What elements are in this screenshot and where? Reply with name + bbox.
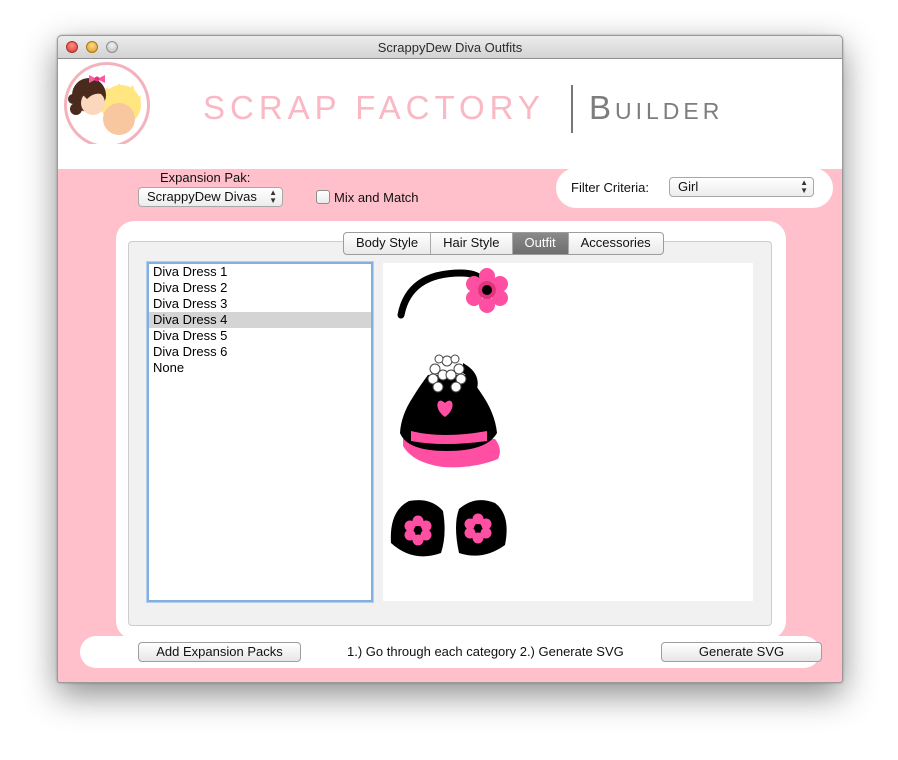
brand-divider	[571, 85, 573, 133]
mix-and-match-checkbox[interactable]	[316, 190, 330, 204]
add-expansion-packs-button[interactable]: Add Expansion Packs	[138, 642, 301, 662]
generate-svg-button[interactable]: Generate SVG	[661, 642, 822, 662]
outfit-preview	[383, 263, 753, 601]
girls-logo-icon	[64, 62, 150, 148]
list-item[interactable]: None	[149, 360, 371, 376]
list-item-selected[interactable]: Diva Dress 4	[149, 312, 371, 328]
title-bar[interactable]: ScrappyDew Diva Outfits	[58, 36, 842, 59]
tab-hair-style[interactable]: Hair Style	[431, 233, 513, 254]
footer-bar: Add Expansion Packs 1.) Go through each …	[80, 636, 822, 668]
mix-and-match-label[interactable]: Mix and Match	[334, 190, 419, 205]
tab-outfit[interactable]: Outfit	[512, 233, 569, 254]
filter-criteria-group: Filter Criteria: Girl ▲ ▼	[556, 168, 833, 208]
list-item[interactable]: Diva Dress 2	[149, 280, 371, 296]
expansion-pak-label: Expansion Pak:	[160, 170, 251, 185]
scallop-border	[58, 144, 842, 164]
filter-criteria-label: Filter Criteria:	[571, 180, 650, 195]
shoes-icon	[390, 500, 507, 557]
updown-arrows-icon: ▲ ▼	[800, 178, 808, 195]
expansion-pak-value: ScrappyDew Divas	[147, 189, 257, 204]
expansion-pak-select[interactable]: ScrappyDew Divas ▲ ▼	[138, 187, 283, 207]
tab-accessories[interactable]: Accessories	[569, 233, 663, 254]
filter-criteria-select[interactable]: Girl ▲ ▼	[669, 177, 814, 197]
category-tabs: Body Style Hair Style Outfit Accessories	[343, 232, 664, 255]
tab-body-style[interactable]: Body Style	[344, 233, 432, 254]
dress-icon	[400, 354, 500, 468]
outfit-list[interactable]: Diva Dress 1 Diva Dress 2 Diva Dress 3 D…	[147, 262, 373, 602]
brand-scrap-factory: SCRAP FACTORY	[203, 89, 545, 126]
brand-logo: SCRAP FACTORY Builder	[203, 85, 803, 133]
window-title: ScrappyDew Diva Outfits	[377, 40, 523, 55]
instructions-text: 1.) Go through each category 2.) Generat…	[347, 644, 624, 659]
headband-icon	[397, 268, 508, 319]
brand-builder: Builder	[589, 89, 724, 126]
list-item[interactable]: Diva Dress 6	[149, 344, 371, 360]
updown-arrows-icon: ▲ ▼	[269, 188, 277, 205]
app-window: ScrappyDew Diva Outfits SCRAP FACTORY Bu…	[57, 35, 843, 683]
list-item[interactable]: Diva Dress 3	[149, 296, 371, 312]
list-item[interactable]: Diva Dress 1	[149, 264, 371, 280]
list-item[interactable]: Diva Dress 5	[149, 328, 371, 344]
filter-criteria-value: Girl	[678, 179, 699, 194]
